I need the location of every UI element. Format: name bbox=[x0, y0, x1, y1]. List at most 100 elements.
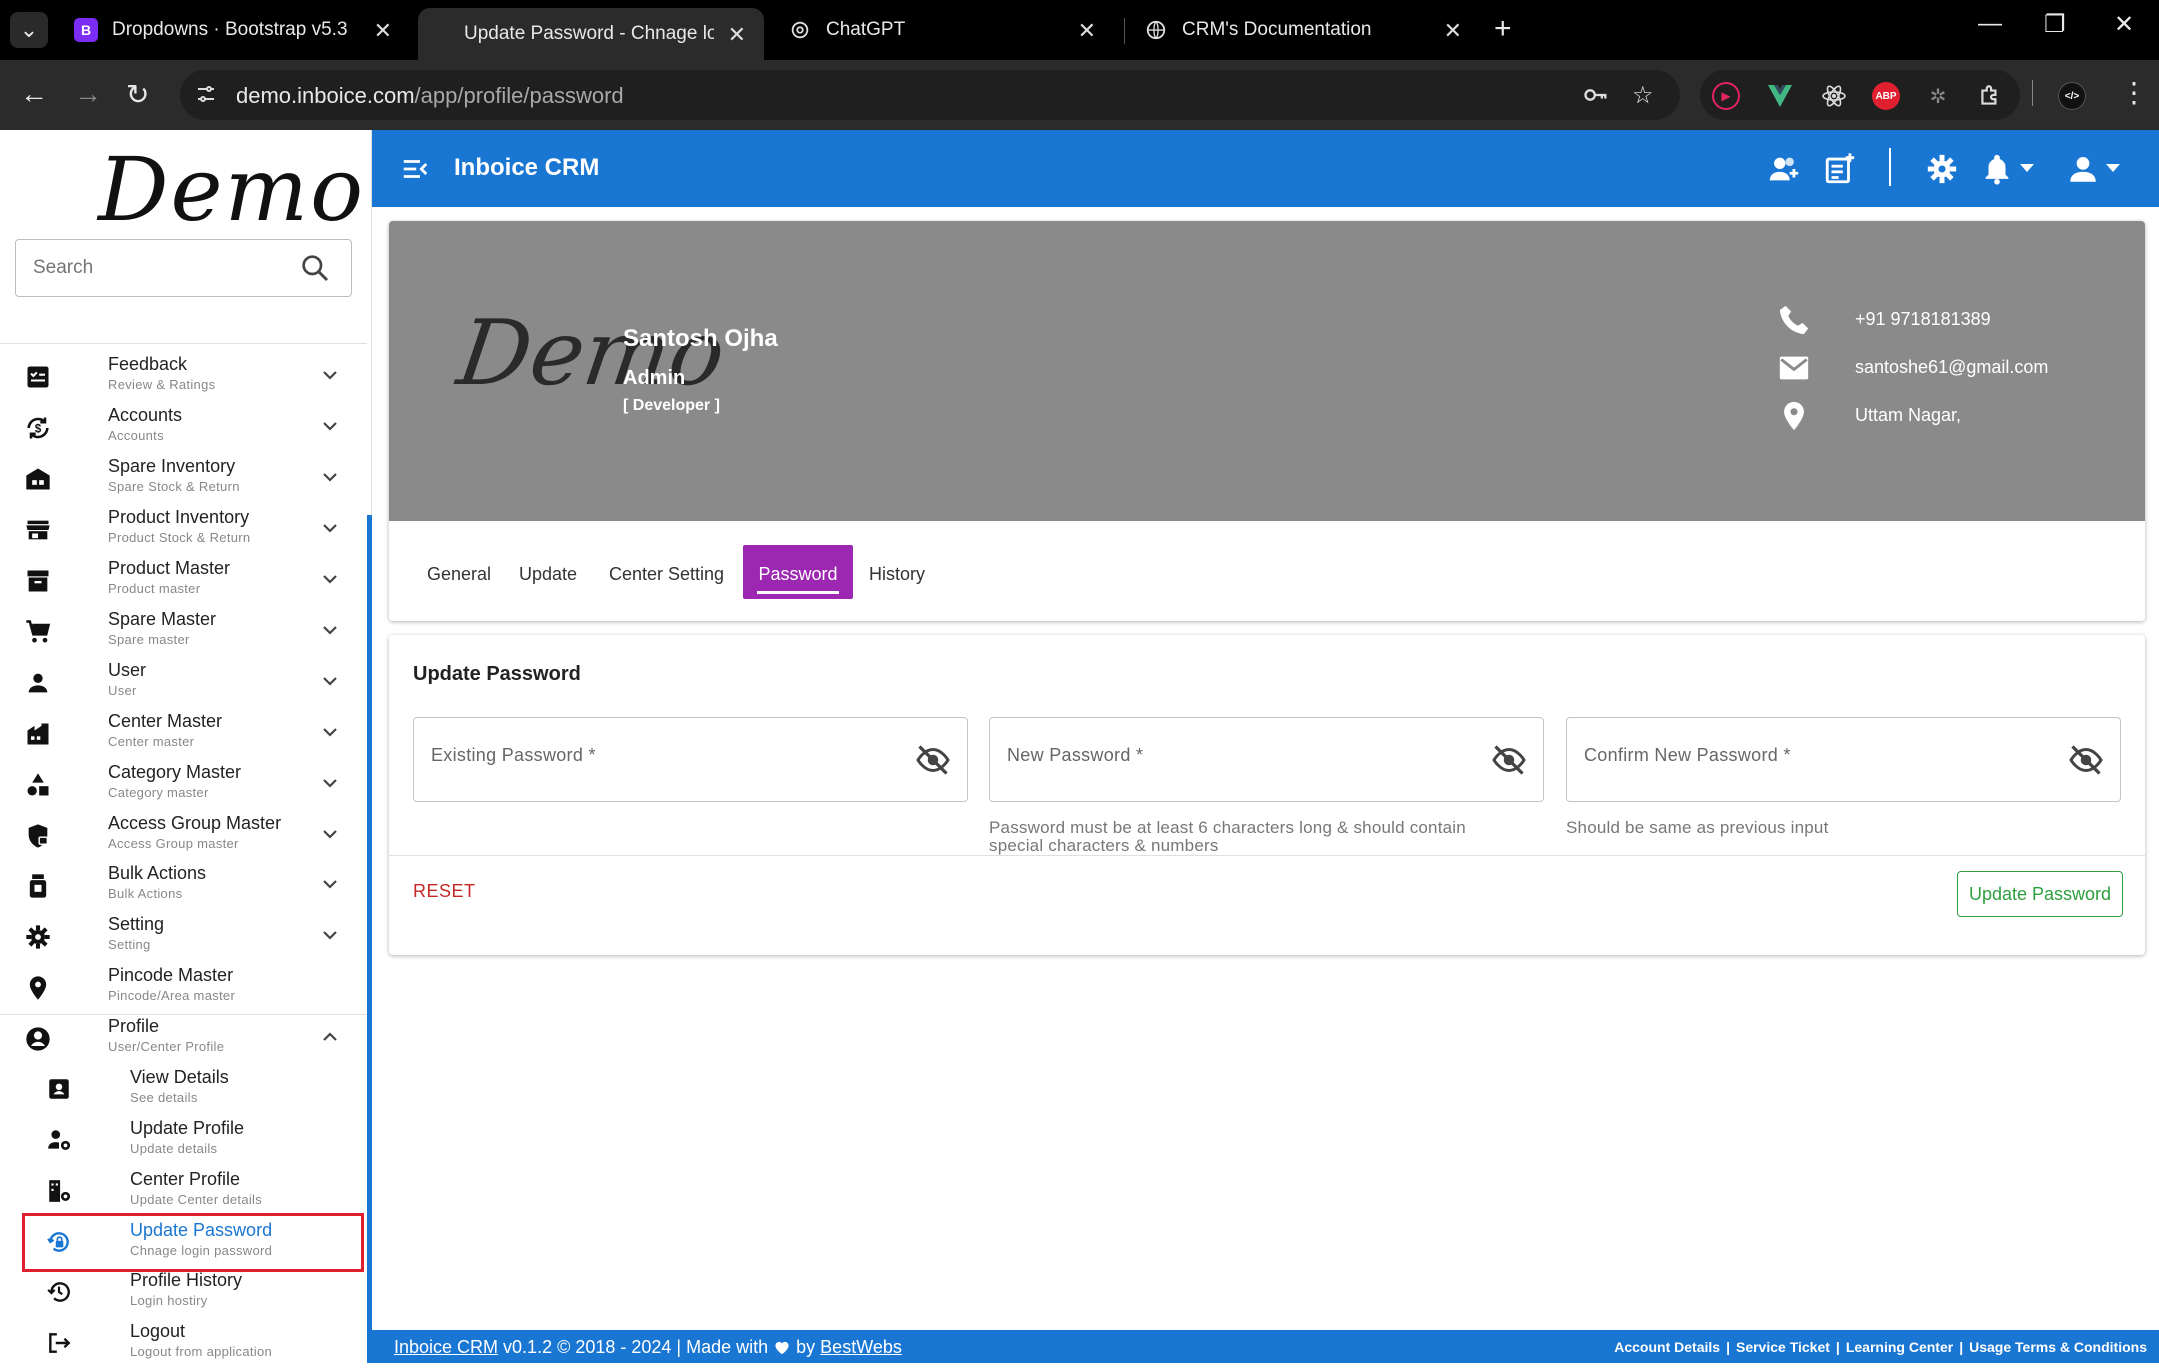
sidebar-item-sublabel: Update Center details bbox=[130, 1192, 263, 1207]
browser-tab-bootstrap[interactable]: B Dropdowns · Bootstrap v5.3 ✕ bbox=[60, 8, 410, 52]
close-icon[interactable]: ✕ bbox=[1078, 18, 1096, 44]
address-bar[interactable]: demo.inboice.com/app/profile/password ☆ bbox=[180, 70, 1680, 120]
key-icon[interactable] bbox=[1582, 81, 1610, 116]
forward-arrow-icon[interactable]: → bbox=[74, 78, 102, 110]
sidebar-item-user[interactable]: User User bbox=[0, 657, 367, 708]
site-settings-icon[interactable] bbox=[194, 82, 220, 108]
sidebar-item-category-master[interactable]: Category Master Category master bbox=[0, 759, 367, 810]
search-input[interactable] bbox=[33, 254, 293, 282]
sidebar-item-accounts[interactable]: $ Accounts Accounts bbox=[0, 402, 367, 453]
heart-icon bbox=[775, 1341, 789, 1355]
browser-tab-update-password[interactable]: Update Password - Chnage logi ✕ bbox=[418, 8, 764, 60]
account-caret-icon[interactable] bbox=[2106, 164, 2120, 172]
settings-gear-icon[interactable] bbox=[1925, 152, 1959, 186]
email-icon bbox=[1779, 356, 1809, 380]
sidebar-item-product-inventory[interactable]: Product Inventory Product Stock & Return bbox=[0, 504, 367, 555]
tab-password[interactable]: Password bbox=[743, 545, 853, 599]
browser-tab-chatgpt[interactable]: ChatGPT ✕ bbox=[774, 8, 1114, 52]
sidebar-item-profile[interactable]: Profile User/Center Profile bbox=[0, 1013, 367, 1064]
tab-history[interactable]: History bbox=[869, 564, 925, 585]
sidebar-item-bulk-actions[interactable]: Bulk Actions Bulk Actions bbox=[0, 860, 367, 911]
browser-menu-icon[interactable]: ⋮ bbox=[2120, 76, 2148, 109]
close-icon[interactable]: ✕ bbox=[374, 18, 392, 44]
back-arrow-icon[interactable]: ← bbox=[20, 78, 48, 110]
sidebar-item-spare-master[interactable]: Spare Master Spare master bbox=[0, 606, 367, 657]
close-icon[interactable]: ✕ bbox=[1444, 18, 1462, 44]
search-icon[interactable] bbox=[299, 252, 331, 284]
new-password-field[interactable]: New Password * bbox=[989, 717, 1544, 802]
profile-phone: +91 9718181389 bbox=[1855, 309, 1991, 329]
close-icon[interactable]: ✕ bbox=[728, 22, 746, 48]
ext-abp[interactable]: ABP bbox=[1872, 82, 1900, 110]
extensions-group: ▶ ABP ✲ bbox=[1700, 70, 2020, 120]
sidebar-item-setting[interactable]: Setting Setting bbox=[0, 911, 367, 962]
shield-lock-icon bbox=[28, 824, 49, 848]
notifications-caret-icon[interactable] bbox=[2020, 164, 2034, 172]
menu-open-icon[interactable] bbox=[400, 154, 430, 184]
sidebar-item-sublabel: Review & Ratings bbox=[108, 377, 216, 392]
extensions-puzzle-icon[interactable] bbox=[1976, 82, 2004, 110]
bell-icon[interactable] bbox=[1980, 152, 2014, 186]
app-title[interactable]: Inboice CRM bbox=[454, 154, 599, 182]
app-footer: Inboice CRM v0.1.2 © 2018 - 2024 | Made … bbox=[372, 1330, 2159, 1363]
sidebar-item-access-group-master[interactable]: Access Group Master Access Group master bbox=[0, 810, 367, 861]
update-password-button[interactable]: Update Password bbox=[1957, 871, 2123, 917]
sidebar-item-sublabel: User/Center Profile bbox=[108, 1039, 225, 1054]
new-tab-button[interactable]: + bbox=[1494, 12, 1512, 46]
footer-link-learning-center[interactable]: Learning Center bbox=[1846, 1339, 1953, 1355]
ext-red-play[interactable]: ▶ bbox=[1712, 82, 1740, 110]
sidebar-item-sublabel: User bbox=[108, 683, 137, 698]
user-account-icon[interactable] bbox=[2066, 152, 2100, 186]
profile-banner: Demo Santosh Ojha Admin [ Developer ] +9… bbox=[389, 221, 2145, 521]
sidebar-item-pincode-master[interactable]: Pincode Master Pincode/Area master bbox=[0, 962, 367, 1013]
sidebar-search[interactable] bbox=[15, 239, 352, 297]
sidebar-subitem-profile-history[interactable]: Profile History Login hostiry bbox=[0, 1267, 367, 1318]
ext-react[interactable] bbox=[1820, 82, 1848, 110]
ext-vue[interactable] bbox=[1766, 82, 1794, 110]
footer-company-link[interactable]: BestWebs bbox=[820, 1337, 902, 1357]
sidebar-item-spare-inventory[interactable]: Spare Inventory Spare Stock & Return bbox=[0, 453, 367, 504]
bootstrap-icon: B bbox=[74, 18, 98, 42]
tab-center-setting[interactable]: Center Setting bbox=[609, 564, 724, 585]
sidebar-item-product-master[interactable]: Product Master Product master bbox=[0, 555, 367, 606]
url-text[interactable]: demo.inboice.com/app/profile/password bbox=[236, 83, 624, 109]
sidebar-item-label: Bulk Actions bbox=[108, 863, 207, 883]
logout-icon bbox=[49, 1333, 71, 1353]
footer-link-usage-terms[interactable]: Usage Terms & Conditions bbox=[1969, 1339, 2147, 1355]
sidebar-subitem-logout[interactable]: Logout Logout from application bbox=[0, 1318, 367, 1369]
visibility-off-icon[interactable] bbox=[2068, 742, 2104, 778]
reset-button[interactable]: RESET bbox=[413, 881, 476, 902]
sidebar-item-feedback[interactable]: Feedback Review & Ratings bbox=[0, 351, 367, 402]
chevron-down-icon bbox=[323, 626, 337, 635]
tab-general[interactable]: General bbox=[427, 564, 491, 585]
browser-tab-documentation[interactable]: CRM's Documentation ✕ bbox=[1130, 8, 1480, 52]
footer-brand-link[interactable]: Inboice CRM bbox=[394, 1337, 498, 1357]
profile-email: santoshe61@gmail.com bbox=[1855, 357, 2049, 377]
sidebar-subitem-update-profile[interactable]: Update Profile Update details bbox=[0, 1115, 367, 1166]
sidebar-subitem-view-details[interactable]: View Details See details bbox=[0, 1064, 367, 1115]
bookmark-star-icon[interactable]: ☆ bbox=[1632, 81, 1654, 110]
add-user-icon[interactable] bbox=[1767, 152, 1801, 186]
confirm-password-field[interactable]: Confirm New Password * bbox=[1566, 717, 2121, 802]
existing-password-field[interactable]: Existing Password * bbox=[413, 717, 968, 802]
ext-bug[interactable]: ✲ bbox=[1924, 82, 1952, 110]
visibility-off-icon[interactable] bbox=[915, 742, 951, 778]
sidebar-subitem-center-profile[interactable]: Center Profile Update Center details bbox=[0, 1166, 367, 1217]
browser-toolbar: ← → ↻ demo.inboice.com/app/profile/passw… bbox=[0, 60, 2159, 130]
tab-title: Dropdowns · Bootstrap v5.3 bbox=[112, 19, 348, 40]
window-close-button[interactable]: ✕ bbox=[2114, 10, 2134, 39]
header-separator bbox=[1889, 148, 1891, 186]
reload-icon[interactable]: ↻ bbox=[126, 78, 149, 111]
footer-link-account-details[interactable]: Account Details bbox=[1614, 1339, 1720, 1355]
add-note-icon[interactable] bbox=[1823, 152, 1857, 186]
tab-update[interactable]: Update bbox=[519, 564, 577, 585]
sidebar-divider bbox=[0, 343, 367, 344]
restore-button[interactable]: ❐ bbox=[2044, 10, 2066, 39]
sidebar-item-center-master[interactable]: Center Master Center master bbox=[0, 708, 367, 759]
chevron-down-icon bbox=[323, 880, 337, 889]
tab-search-button[interactable]: ⌄ bbox=[10, 12, 48, 48]
minimize-button[interactable]: — bbox=[1978, 10, 2002, 38]
footer-link-service-ticket[interactable]: Service Ticket bbox=[1736, 1339, 1830, 1355]
visibility-off-icon[interactable] bbox=[1491, 742, 1527, 778]
ext-devtools[interactable]: </> bbox=[2058, 82, 2086, 110]
